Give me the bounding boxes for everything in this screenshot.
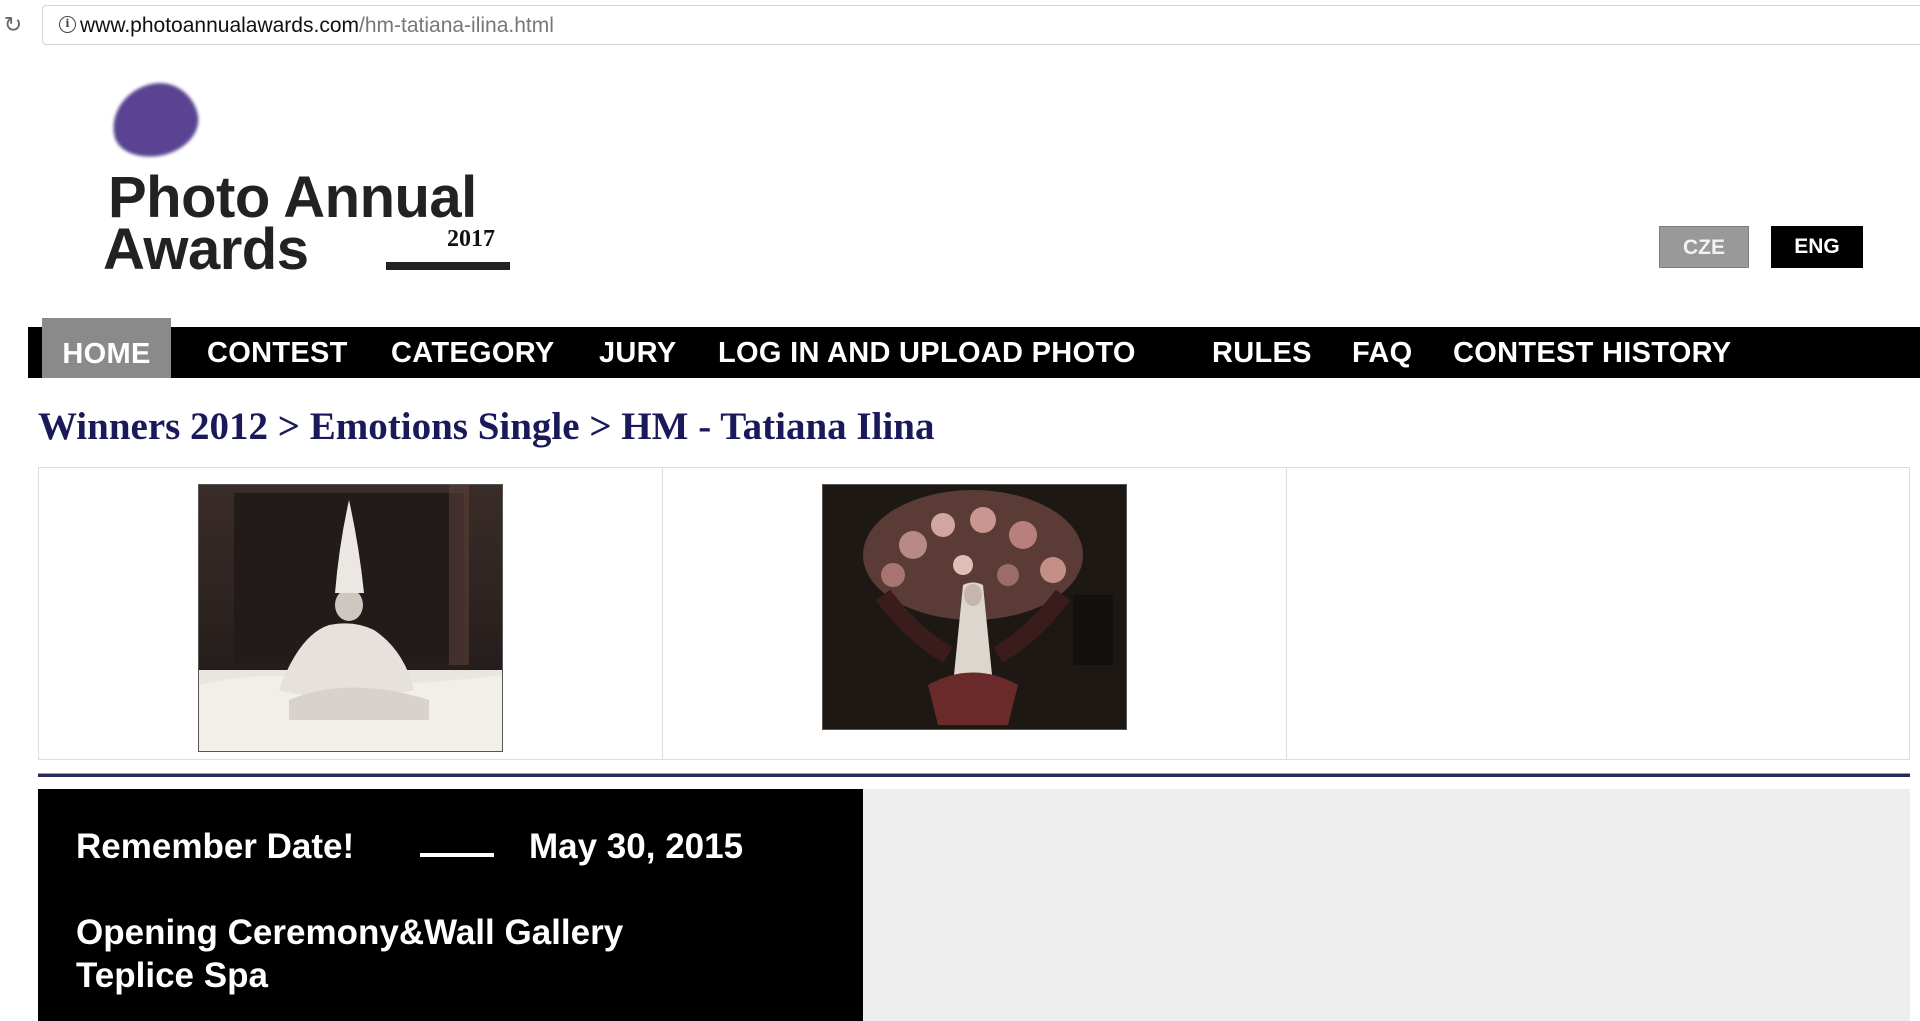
remember-date-panel: Remember Date! May 30, 2015 Opening Cere… [38, 789, 863, 1021]
remember-dash [420, 853, 494, 857]
url-host: www.photoannualawards.com [80, 14, 359, 37]
event-line-2: Teplice Spa [76, 956, 268, 995]
nav-home[interactable]: HOME [42, 318, 171, 378]
reload-icon[interactable]: ↻ [2, 12, 24, 38]
logo-year: 2017 [447, 226, 495, 252]
nav-contest-history[interactable]: CONTEST HISTORY [1453, 327, 1731, 378]
nav-contest[interactable]: CONTEST [207, 327, 348, 378]
main-nav: HOME CONTEST CATEGORY JURY LOG IN AND UP… [28, 318, 1920, 378]
browser-address-bar: ↻ i www.photoannualawards.com/hm-tatiana… [0, 0, 1920, 52]
remember-title: Remember Date! [76, 827, 355, 866]
gallery-cell [39, 468, 663, 759]
side-panel [863, 789, 1910, 1021]
photo-2-image [823, 485, 1126, 729]
logo-underline [386, 262, 510, 270]
nav-login-upload[interactable]: LOG IN AND UPLOAD PHOTO [718, 327, 1136, 378]
url-path: /hm-tatiana-ilina.html [359, 14, 554, 37]
gallery-photo-2[interactable] [822, 484, 1127, 730]
gallery-cell-empty [1287, 468, 1909, 759]
url-field[interactable]: i www.photoannualawards.com/hm-tatiana-i… [42, 5, 1920, 45]
lang-cze-button[interactable]: CZE [1659, 226, 1749, 268]
gallery-cell [663, 468, 1287, 759]
logo-text-line2: Awards [103, 217, 309, 282]
event-line-1: Opening Ceremony&Wall Gallery [76, 913, 624, 952]
photo-1-image [199, 485, 502, 751]
nav-faq[interactable]: FAQ [1352, 327, 1413, 378]
nav-category[interactable]: CATEGORY [391, 327, 555, 378]
nav-jury[interactable]: JURY [599, 327, 676, 378]
breadcrumb: Winners 2012 > Emotions Single > HM - Ta… [38, 405, 935, 448]
remember-event: Opening Ceremony&Wall Gallery Teplice Sp… [76, 911, 623, 997]
site-logo[interactable]: Photo Annual Awards 2017 [100, 75, 520, 282]
photo-gallery [38, 467, 1910, 760]
site-info-icon[interactable]: i [59, 16, 76, 33]
divider [38, 773, 1910, 777]
url-text: www.photoannualawards.com/hm-tatiana-ili… [80, 14, 554, 38]
remember-date: May 30, 2015 [529, 827, 744, 866]
lang-eng-button[interactable]: ENG [1771, 226, 1863, 268]
logo-blob-icon [105, 75, 205, 165]
gallery-photo-1[interactable] [198, 484, 503, 752]
nav-rules[interactable]: RULES [1212, 327, 1312, 378]
